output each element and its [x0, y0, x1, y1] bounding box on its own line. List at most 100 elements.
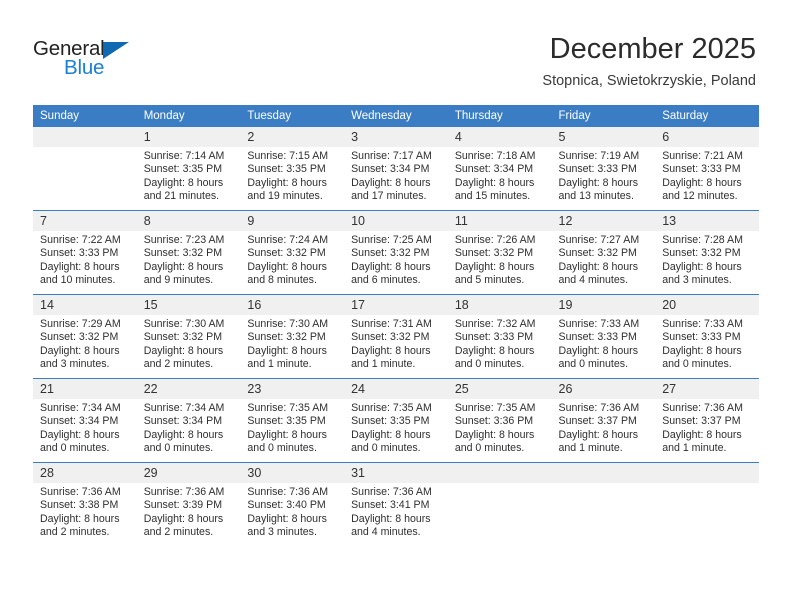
- calendar-day-cell[interactable]: 19 Sunrise: 7:33 AM Sunset: 3:33 PM Dayligh…: [551, 295, 656, 379]
- sunrise-text: Sunrise: 7:30 AM: [143, 318, 225, 330]
- sunrise-text: Sunrise: 7:25 AM: [351, 234, 432, 246]
- day-number: 29: [136, 463, 241, 483]
- daylight-text-line2: and 13 minutes.: [558, 190, 634, 203]
- daylight-text-line1: Daylight: 8 hours: [143, 512, 224, 525]
- calendar-day-cell: [33, 127, 137, 211]
- day-sun-info: Sunrise: 7:36 AM Sunset: 3:41 PM Daylight:…: [344, 483, 448, 540]
- day-sun-info: Sunrise: 7:14 AM Sunset: 3:35 PM Daylight:…: [137, 147, 241, 204]
- day-sun-info: Sunrise: 7:30 AM Sunset: 3:32 PM Daylight:…: [240, 315, 344, 372]
- calendar-day-cell[interactable]: 9 Sunrise: 7:24 AM Sunset: 3:32 PM Daylight…: [240, 211, 345, 295]
- day-cell-inner: 17 Sunrise: 7:31 AM Sunset: 3:32 PM Dayligh…: [344, 295, 448, 378]
- calendar-day-cell[interactable]: 14 Sunrise: 7:29 AM Sunset: 3:32 PM Dayligh…: [33, 295, 137, 379]
- calendar-day-cell[interactable]: 27 Sunrise: 7:36 AM Sunset: 3:37 PM Dayligh…: [655, 379, 759, 463]
- daylight-text-line2: and 3 minutes.: [662, 274, 732, 287]
- sunrise-text: Sunrise: 7:19 AM: [558, 150, 640, 162]
- day-sun-info: Sunrise: 7:34 AM Sunset: 3:34 PM Daylight:…: [33, 399, 137, 456]
- sunset-text: Sunset: 3:32 PM: [351, 331, 430, 344]
- calendar-day-cell[interactable]: 2 Sunrise: 7:15 AM Sunset: 3:35 PM Daylight…: [240, 127, 345, 211]
- calendar-day-cell[interactable]: 1 Sunrise: 7:14 AM Sunset: 3:35 PM Daylight…: [136, 127, 241, 211]
- sunset-text: Sunset: 3:34 PM: [143, 415, 223, 428]
- calendar-day-cell[interactable]: 22 Sunrise: 7:34 AM Sunset: 3:34 PM Dayligh…: [136, 379, 241, 463]
- day-cell-inner: 15 Sunrise: 7:30 AM Sunset: 3:32 PM Dayligh…: [136, 295, 241, 378]
- daylight-text-line1: Daylight: 8 hours: [662, 176, 742, 189]
- sunset-text: Sunset: 3:32 PM: [143, 331, 223, 344]
- daylight-text-line2: and 3 minutes.: [247, 526, 317, 539]
- day-cell-inner: 23 Sunrise: 7:35 AM Sunset: 3:35 PM Dayligh…: [240, 379, 345, 462]
- calendar-day-cell[interactable]: 24 Sunrise: 7:35 AM Sunset: 3:35 PM Dayligh…: [344, 379, 448, 463]
- calendar-day-cell[interactable]: 30 Sunrise: 7:36 AM Sunset: 3:40 PM Dayligh…: [240, 463, 345, 546]
- day-number: 6: [655, 127, 759, 147]
- daylight-text-line1: Daylight: 8 hours: [662, 344, 742, 357]
- day-sun-info: Sunrise: 7:36 AM Sunset: 3:39 PM Daylight:…: [137, 483, 241, 540]
- daylight-text-line1: Daylight: 8 hours: [351, 260, 431, 273]
- calendar-week-row: 28 Sunrise: 7:36 AM Sunset: 3:38 PM Dayligh…: [33, 462, 759, 546]
- sunset-text: Sunset: 3:41 PM: [351, 499, 430, 512]
- day-sun-info: Sunrise: 7:34 AM Sunset: 3:34 PM Daylight:…: [137, 399, 241, 456]
- daylight-text-line2: and 0 minutes.: [454, 442, 525, 455]
- sunset-text: Sunset: 3:33 PM: [662, 163, 741, 176]
- day-sun-info: Sunrise: 7:19 AM Sunset: 3:33 PM Daylight:…: [552, 147, 656, 204]
- sunset-text: Sunset: 3:32 PM: [143, 247, 223, 260]
- calendar-day-cell[interactable]: 23 Sunrise: 7:35 AM Sunset: 3:35 PM Dayligh…: [240, 379, 345, 463]
- sunrise-text: Sunrise: 7:28 AM: [662, 234, 743, 246]
- day-cell-inner: 11 Sunrise: 7:26 AM Sunset: 3:32 PM Dayligh…: [447, 211, 552, 294]
- day-cell-inner: [447, 463, 552, 546]
- sunset-text: Sunset: 3:35 PM: [247, 415, 326, 428]
- calendar-day-cell[interactable]: 16 Sunrise: 7:30 AM Sunset: 3:32 PM Dayligh…: [240, 295, 345, 379]
- sunrise-text: Sunrise: 7:18 AM: [454, 150, 536, 162]
- calendar-day-cell[interactable]: 4 Sunrise: 7:18 AM Sunset: 3:34 PM Daylight…: [447, 127, 552, 211]
- sunset-text: Sunset: 3:32 PM: [662, 247, 741, 260]
- daylight-text-line1: Daylight: 8 hours: [40, 344, 120, 357]
- sunrise-text: Sunrise: 7:36 AM: [143, 486, 225, 498]
- sunrise-text: Sunrise: 7:32 AM: [454, 318, 536, 330]
- daylight-text-line1: Daylight: 8 hours: [558, 344, 639, 357]
- calendar-day-cell[interactable]: 3 Sunrise: 7:17 AM Sunset: 3:34 PM Daylight…: [344, 127, 448, 211]
- day-cell-inner: 12 Sunrise: 7:27 AM Sunset: 3:32 PM Dayligh…: [551, 211, 656, 294]
- day-number: 1: [136, 127, 241, 147]
- calendar-day-cell[interactable]: 17 Sunrise: 7:31 AM Sunset: 3:32 PM Dayligh…: [344, 295, 448, 379]
- calendar-day-cell[interactable]: 28 Sunrise: 7:36 AM Sunset: 3:38 PM Dayligh…: [33, 463, 137, 546]
- day-number: 25: [447, 379, 552, 399]
- day-number: 28: [33, 463, 137, 483]
- sunset-text: Sunset: 3:32 PM: [558, 247, 637, 260]
- calendar-day-cell[interactable]: 29 Sunrise: 7:36 AM Sunset: 3:39 PM Dayligh…: [136, 463, 241, 546]
- sunrise-text: Sunrise: 7:29 AM: [40, 318, 121, 330]
- daylight-text-line1: Daylight: 8 hours: [143, 428, 224, 441]
- calendar-day-cell[interactable]: 15 Sunrise: 7:30 AM Sunset: 3:32 PM Dayligh…: [136, 295, 241, 379]
- calendar-day-cell[interactable]: 31 Sunrise: 7:36 AM Sunset: 3:41 PM Dayligh…: [344, 463, 448, 546]
- day-sun-info: Sunrise: 7:24 AM Sunset: 3:32 PM Daylight:…: [240, 231, 344, 288]
- calendar-page: General Blue December 2025 Stopnica, Swi…: [0, 0, 792, 612]
- calendar-day-cell[interactable]: 20 Sunrise: 7:33 AM Sunset: 3:33 PM Dayligh…: [655, 295, 759, 379]
- daylight-text-line1: Daylight: 8 hours: [351, 428, 431, 441]
- daylight-text-line1: Daylight: 8 hours: [454, 428, 535, 441]
- calendar-day-cell[interactable]: 21 Sunrise: 7:34 AM Sunset: 3:34 PM Dayligh…: [33, 379, 137, 463]
- day-sun-info: Sunrise: 7:32 AM Sunset: 3:33 PM Daylight:…: [448, 315, 552, 372]
- sunset-text: Sunset: 3:33 PM: [558, 331, 637, 344]
- calendar-day-cell[interactable]: 12 Sunrise: 7:27 AM Sunset: 3:32 PM Dayligh…: [551, 211, 656, 295]
- day-cell-inner: 16 Sunrise: 7:30 AM Sunset: 3:32 PM Dayligh…: [240, 295, 345, 378]
- calendar-day-cell: [447, 463, 552, 546]
- sunset-text: Sunset: 3:35 PM: [247, 163, 326, 176]
- daylight-text-line2: and 2 minutes.: [143, 526, 214, 539]
- calendar-day-cell[interactable]: 6 Sunrise: 7:21 AM Sunset: 3:33 PM Daylight…: [655, 127, 759, 211]
- day-sun-info: Sunrise: 7:26 AM Sunset: 3:32 PM Daylight:…: [448, 231, 552, 288]
- day-cell-inner: 1 Sunrise: 7:14 AM Sunset: 3:35 PM Daylight…: [136, 127, 241, 210]
- calendar-day-cell[interactable]: 25 Sunrise: 7:35 AM Sunset: 3:36 PM Dayligh…: [447, 379, 552, 463]
- calendar-day-cell[interactable]: 7 Sunrise: 7:22 AM Sunset: 3:33 PM Daylight…: [33, 211, 137, 295]
- daylight-text-line1: Daylight: 8 hours: [247, 512, 327, 525]
- calendar-day-cell: [551, 463, 656, 546]
- general-blue-logo[interactable]: General Blue: [33, 38, 163, 88]
- sunrise-text: Sunrise: 7:36 AM: [247, 486, 329, 498]
- title-block: December 2025 Stopnica, Swietokrzyskie, …: [542, 32, 756, 90]
- sunrise-text: Sunrise: 7:33 AM: [662, 318, 743, 330]
- calendar-day-cell[interactable]: 18 Sunrise: 7:32 AM Sunset: 3:33 PM Dayligh…: [447, 295, 552, 379]
- day-sun-info: Sunrise: 7:17 AM Sunset: 3:34 PM Daylight:…: [344, 147, 448, 204]
- calendar-day-cell[interactable]: 5 Sunrise: 7:19 AM Sunset: 3:33 PM Daylight…: [551, 127, 656, 211]
- sunrise-text: Sunrise: 7:30 AM: [247, 318, 329, 330]
- day-cell-inner: 25 Sunrise: 7:35 AM Sunset: 3:36 PM Dayligh…: [447, 379, 552, 462]
- calendar-day-cell[interactable]: 8 Sunrise: 7:23 AM Sunset: 3:32 PM Daylight…: [136, 211, 241, 295]
- calendar-day-cell[interactable]: 10 Sunrise: 7:25 AM Sunset: 3:32 PM Dayligh…: [344, 211, 448, 295]
- calendar-day-cell[interactable]: 13 Sunrise: 7:28 AM Sunset: 3:32 PM Dayligh…: [655, 211, 759, 295]
- calendar-day-cell[interactable]: 11 Sunrise: 7:26 AM Sunset: 3:32 PM Dayligh…: [447, 211, 552, 295]
- calendar-day-cell[interactable]: 26 Sunrise: 7:36 AM Sunset: 3:37 PM Dayligh…: [551, 379, 656, 463]
